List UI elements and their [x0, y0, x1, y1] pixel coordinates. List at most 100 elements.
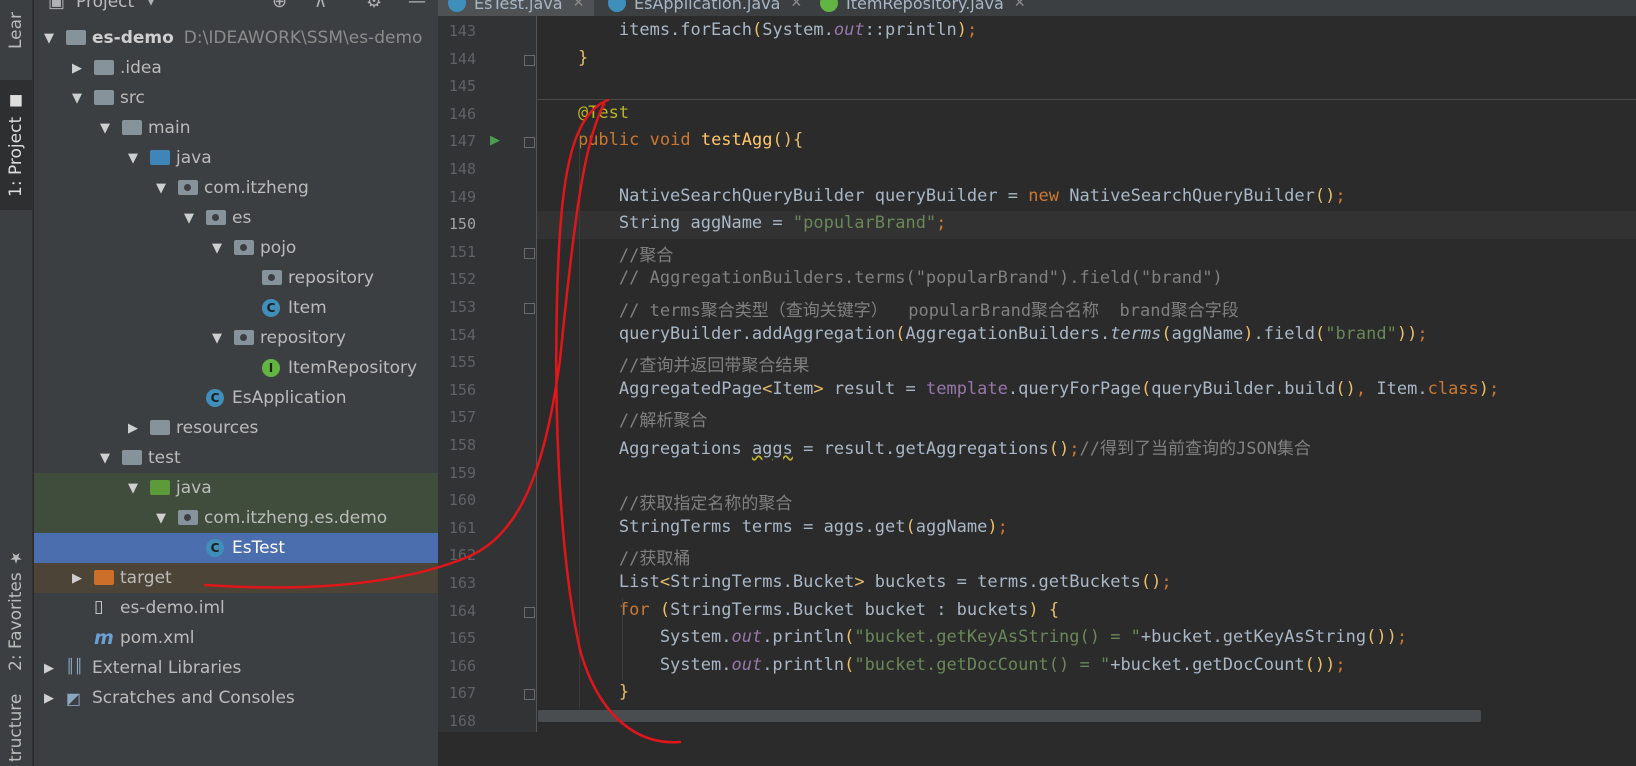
line-number: 154 [448, 325, 476, 344]
collapse-arrow-icon[interactable]: ▼ [98, 451, 112, 466]
tree-row[interactable]: repository [34, 263, 456, 293]
collapse-arrow-icon[interactable]: ▼ [126, 481, 140, 496]
tree-row[interactable]: C EsApplication [34, 383, 456, 413]
code-line[interactable]: } [537, 48, 588, 68]
tree-row[interactable]: ▼ java [34, 473, 456, 503]
expand-arrow-icon[interactable]: ▶ [70, 571, 84, 586]
horizontal-scrollbar[interactable] [538, 710, 1481, 722]
code-line[interactable]: public void testAgg(){ [537, 130, 803, 150]
tree-row[interactable]: ▼ main [34, 113, 456, 143]
fold-marker-icon[interactable] [524, 303, 535, 314]
tree-row[interactable]: ▼ com.itzheng.es.demo [34, 503, 456, 533]
tree-row[interactable]: ▶ .idea [34, 53, 456, 83]
code-line[interactable]: StringTerms terms = aggs.get(aggName); [537, 517, 1008, 537]
tree-row-label: java [176, 148, 212, 168]
tree-row[interactable]: ▼ pojo [34, 233, 456, 263]
code-line[interactable]: AggregatedPage<Item> result = template.q… [537, 379, 1499, 399]
tree-row[interactable]: ▯ es-demo.iml [34, 593, 456, 623]
code-line[interactable]: //聚合 [537, 241, 673, 266]
code-line[interactable]: NativeSearchQueryBuilder queryBuilder = … [537, 186, 1346, 206]
tree-row[interactable]: ▶ ║║ External Libraries [34, 653, 456, 683]
gear-icon[interactable]: ⚙ [366, 0, 382, 12]
folder-icon [94, 59, 116, 77]
code-line[interactable]: @Test [537, 103, 629, 123]
run-test-icon[interactable]: ▶ [490, 133, 500, 148]
code-line[interactable]: //获取桶 [537, 544, 690, 569]
code-line[interactable]: List<StringTerms.Bucket> buckets = terms… [537, 572, 1172, 592]
close-icon[interactable]: ✕ [573, 0, 585, 11]
close-icon[interactable]: ✕ [790, 0, 802, 11]
tool-tab-learn[interactable]: Lear [0, 0, 32, 60]
line-number: 155 [448, 353, 476, 372]
collapse-arrow-icon[interactable]: ▼ [182, 211, 196, 226]
tree-row[interactable]: ▼ repository [34, 323, 456, 353]
line-number: 162 [448, 546, 476, 565]
code-line[interactable]: } [537, 682, 629, 702]
tree-row[interactable]: ▼ src [34, 83, 456, 113]
fold-marker-icon[interactable] [524, 689, 535, 701]
collapse-arrow-icon[interactable]: ▼ [154, 181, 168, 196]
line-number: 165 [448, 629, 476, 648]
code-line[interactable]: String aggName = "popularBrand"; [537, 213, 947, 233]
expand-arrow-icon[interactable]: ▶ [42, 691, 56, 706]
tool-tab-project[interactable]: 1: Project ■ [0, 80, 32, 210]
code-line[interactable]: for (StringTerms.Bucket bucket : buckets… [537, 600, 1059, 620]
code-line[interactable]: //获取指定名称的聚合 [537, 489, 792, 514]
code-line[interactable]: // AggregationBuilders.terms("popularBra… [537, 268, 1223, 288]
project-view-selector[interactable]: Project [76, 0, 134, 12]
collapse-arrow-icon[interactable]: ▼ [98, 121, 112, 136]
package-icon [262, 269, 284, 287]
code-line[interactable]: // terms聚合类型（查询关键字） popularBrand聚合名称 bra… [537, 296, 1239, 321]
code-line[interactable]: System.out.println("bucket.getDocCount()… [537, 655, 1346, 675]
tree-row[interactable]: ▼ java [34, 143, 456, 173]
tree-row-label: .idea [120, 58, 162, 78]
collapse-arrow-icon[interactable]: ▼ [154, 511, 168, 526]
tree-row[interactable]: ▶ resources [34, 413, 456, 443]
tree-row[interactable]: I ItemRepository [34, 353, 456, 383]
fold-marker-icon[interactable] [524, 54, 535, 66]
collapse-all-icon[interactable]: ⊼ [314, 0, 327, 12]
expand-arrow-icon[interactable]: ▶ [70, 61, 84, 76]
tree-row[interactable]: C EsTest [34, 533, 456, 563]
tab-esapplication[interactable]: EsApplication.java ✕ [598, 0, 812, 16]
fold-marker-icon[interactable] [524, 606, 535, 618]
collapse-arrow-icon[interactable]: ▼ [70, 91, 84, 106]
tab-itemrepository[interactable]: ItemRepository.java ✕ [810, 0, 1036, 16]
code-editor[interactable]: 143 144 145 146 147 ▶ 148 149 150 151 152 153 154 155… [438, 16, 1636, 766]
tree-row[interactable]: ▶ target [34, 563, 456, 593]
tool-tab-structure[interactable]: tructure [0, 690, 32, 766]
tree-row[interactable]: ▼ es [34, 203, 456, 233]
fold-marker-icon[interactable] [524, 247, 535, 259]
code-line[interactable]: queryBuilder.addAggregation(AggregationB… [537, 324, 1428, 344]
close-icon[interactable]: ✕ [1014, 0, 1026, 11]
tab-label: EsApplication.java [634, 0, 781, 13]
tree-row[interactable]: m pom.xml [34, 623, 456, 653]
line-number: 157 [448, 408, 476, 427]
locate-file-icon[interactable]: ⊕ [272, 0, 287, 12]
code-line[interactable]: Aggregations aggs = result.getAggregatio… [537, 434, 1311, 459]
tree-row[interactable]: ▼ es-demo D:\IDEAWORK\SSM\es-demo [34, 23, 456, 53]
collapse-arrow-icon[interactable]: ▼ [210, 331, 224, 346]
tab-label: ItemRepository.java [846, 0, 1004, 13]
code-line[interactable]: //查询并返回带聚合结果 [537, 351, 809, 376]
code-line[interactable]: items.forEach(System.out::println); [537, 20, 977, 40]
maven-icon: m [94, 627, 114, 649]
tool-tab-favorites[interactable]: 2: Favorites ★ [0, 540, 32, 680]
expand-arrow-icon[interactable]: ▶ [126, 421, 140, 436]
tree-row[interactable]: C Item [34, 293, 456, 323]
collapse-arrow-icon[interactable]: ▼ [42, 31, 56, 46]
chevron-down-icon[interactable]: ▼ [146, 0, 156, 8]
collapse-arrow-icon[interactable]: ▼ [126, 151, 140, 166]
indent-guide [579, 128, 580, 708]
collapse-arrow-icon[interactable]: ▼ [210, 241, 224, 256]
expand-arrow-icon[interactable]: ▶ [42, 661, 56, 676]
fold-marker-icon[interactable] [524, 137, 535, 149]
tree-row[interactable]: ▼ test [34, 443, 456, 473]
scratches-icon: ◩ [66, 689, 82, 708]
code-line[interactable]: System.out.println("bucket.getKeyAsStrin… [537, 627, 1407, 647]
tree-row[interactable]: ▼ com.itzheng [34, 173, 456, 203]
tree-row[interactable]: ▶ ◩ Scratches and Consoles [34, 683, 456, 713]
tree-row-label: src [120, 88, 145, 108]
hide-icon[interactable]: — [408, 0, 426, 12]
code-line[interactable]: //解析聚合 [537, 406, 707, 431]
